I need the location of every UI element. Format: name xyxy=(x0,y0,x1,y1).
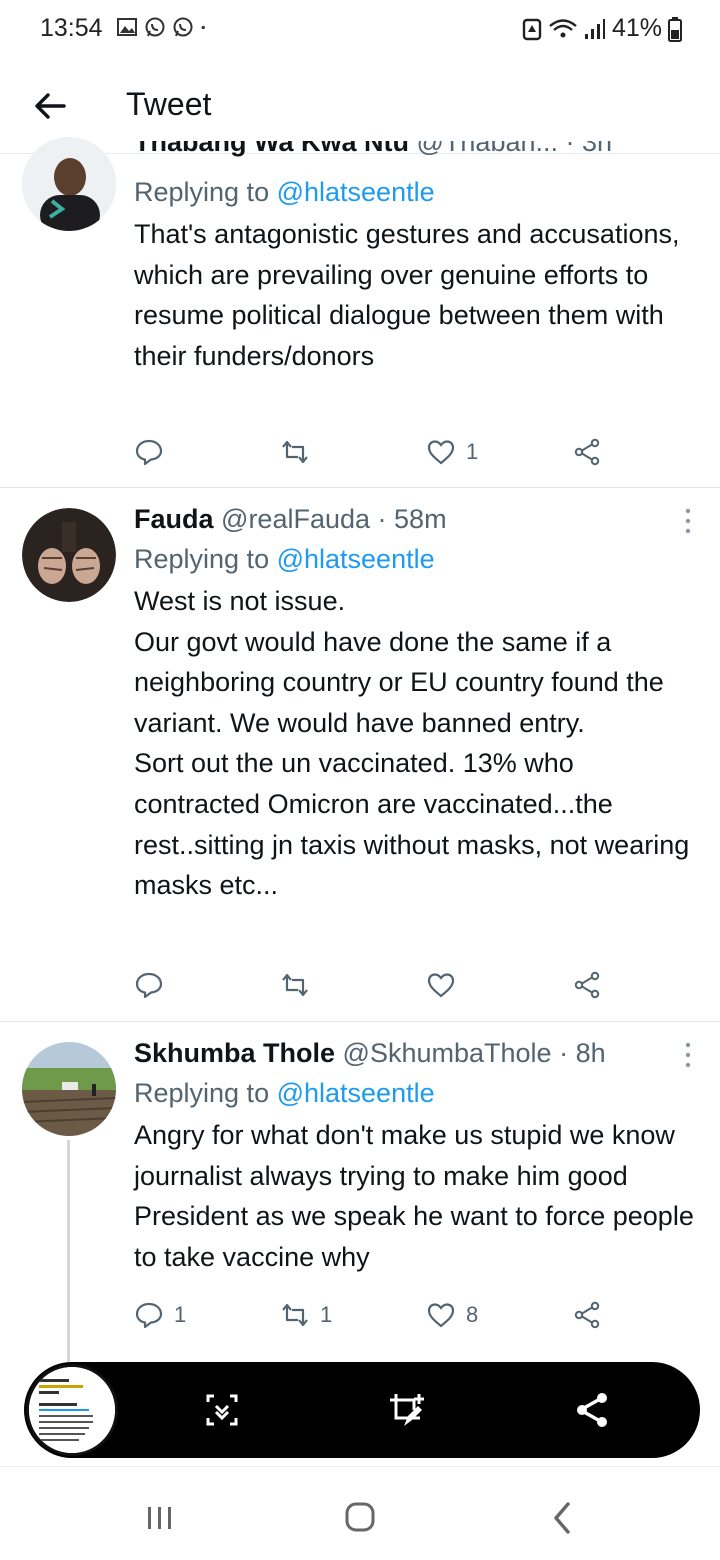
page-title: Tweet xyxy=(126,86,212,122)
status-bar: 13:54 41% xyxy=(0,0,720,58)
author-name[interactable]: Fauda xyxy=(134,504,214,534)
notification-icons xyxy=(116,16,212,38)
retweet-icon xyxy=(282,973,308,997)
replying-to: Replying to @hlatseentle xyxy=(134,1078,696,1109)
like-button[interactable] xyxy=(426,970,466,1000)
scroll-capture-icon[interactable] xyxy=(202,1390,242,1430)
author-name[interactable]: Skhumba Thole xyxy=(134,1038,335,1068)
retweet-button[interactable] xyxy=(280,970,320,1000)
heart-icon xyxy=(427,1303,455,1328)
avatar[interactable] xyxy=(22,508,116,602)
tweet-time: 8h xyxy=(575,1038,606,1068)
like-button[interactable]: 8 xyxy=(426,1300,478,1330)
author-handle[interactable]: @Thaban... xyxy=(417,141,559,157)
battery-percent: 41% xyxy=(611,14,662,42)
share-icon xyxy=(574,971,600,999)
tweet-text: That's antagonistic gestures and accusat… xyxy=(134,219,680,371)
tweet-header: Fauda @realFauda · 58m xyxy=(134,504,696,540)
dot-icon xyxy=(201,25,205,30)
retweet-icon xyxy=(282,440,308,464)
like-count: 8 xyxy=(466,1302,479,1327)
tweet-time: 3h xyxy=(582,141,613,157)
whatsapp-icon xyxy=(173,17,193,37)
like-count: 1 xyxy=(466,439,479,464)
reply-button[interactable] xyxy=(134,970,174,1000)
screenshot-toolbar xyxy=(24,1362,700,1458)
reply-button[interactable]: 1 xyxy=(134,1300,186,1330)
gallery-icon xyxy=(117,18,137,36)
thread-line xyxy=(67,1140,70,1388)
avatar[interactable] xyxy=(22,1042,116,1136)
reply-icon xyxy=(135,439,163,466)
avatar[interactable] xyxy=(22,137,116,231)
tweet-reply[interactable]: Fauda @realFauda · 58m Replying to @hlat… xyxy=(0,488,720,1022)
tweet-text: West is not issue. Our govt would have d… xyxy=(134,586,690,901)
author-name[interactable]: Thabang Wa Kwa Ntu xyxy=(134,141,409,157)
separator: · xyxy=(370,504,395,534)
whatsapp-icon xyxy=(145,17,165,37)
wifi-icon xyxy=(549,18,577,37)
share-button[interactable] xyxy=(572,970,602,1000)
heart-icon xyxy=(427,440,455,465)
crop-edit-icon[interactable] xyxy=(386,1390,426,1430)
replying-to-label: Replying to xyxy=(134,1078,277,1108)
home-icon[interactable] xyxy=(340,1501,380,1535)
retweet-button[interactable] xyxy=(280,437,320,467)
retweet-icon xyxy=(282,1303,308,1327)
replying-to: Replying to @hlatseentle xyxy=(134,544,696,575)
share-icon xyxy=(574,1301,600,1329)
separator: · xyxy=(558,141,583,157)
screenshot-thumbnail[interactable] xyxy=(26,1364,118,1456)
like-button[interactable]: 1 xyxy=(426,437,478,467)
replying-to-label: Replying to xyxy=(134,177,277,207)
reply-count: 1 xyxy=(174,1302,187,1327)
retweet-count: 1 xyxy=(320,1302,333,1327)
share-icon xyxy=(574,438,600,466)
tweet-reply[interactable]: Thabang Wa Kwa Ntu @Thaban... · 3h Reply… xyxy=(0,137,720,488)
top-app-bar: Tweet xyxy=(0,58,720,154)
system-nav-bar xyxy=(0,1466,720,1560)
heart-icon xyxy=(427,973,455,998)
separator: · xyxy=(551,1038,576,1068)
status-time: 13:54 xyxy=(40,14,103,42)
retweet-button[interactable]: 1 xyxy=(280,1300,332,1330)
screenshot-preview xyxy=(29,1367,115,1453)
avatar-photo xyxy=(22,137,116,231)
arrow-left-icon[interactable] xyxy=(30,86,70,126)
signal-icon xyxy=(584,18,605,39)
share-icon[interactable] xyxy=(572,1390,612,1430)
replying-to: Replying to @hlatseentle xyxy=(134,177,696,208)
tweet-reply[interactable]: Skhumba Thole @SkhumbaThole · 8h Replyin… xyxy=(0,1022,720,1388)
mention-link[interactable]: @hlatseentle xyxy=(277,177,435,207)
recents-icon[interactable] xyxy=(140,1501,180,1535)
data-saver-icon xyxy=(522,18,542,40)
reply-button[interactable] xyxy=(134,437,174,467)
avatar-photo xyxy=(22,508,116,602)
author-handle[interactable]: @SkhumbaThole xyxy=(343,1038,552,1068)
tweet-actions: 1 xyxy=(134,437,604,471)
share-button[interactable] xyxy=(572,437,602,467)
tweet-actions: 1 1 8 xyxy=(134,1300,604,1334)
nav-back-icon[interactable] xyxy=(542,1501,582,1535)
tweet-time: 58m xyxy=(394,504,447,534)
tweet-actions xyxy=(134,970,604,1004)
author-handle[interactable]: @realFauda xyxy=(221,504,370,534)
status-right: 41% xyxy=(522,14,682,43)
tweet-text: Angry for what don't make us stupid we k… xyxy=(134,1120,694,1272)
battery-icon xyxy=(668,16,682,42)
reply-icon xyxy=(135,1302,163,1329)
avatar-photo xyxy=(22,1042,116,1136)
tweet-header: Skhumba Thole @SkhumbaThole · 8h xyxy=(134,1038,696,1074)
share-button[interactable] xyxy=(572,1300,602,1330)
mention-link[interactable]: @hlatseentle xyxy=(277,1078,435,1108)
replying-to-label: Replying to xyxy=(134,544,277,574)
tweet-header: Thabang Wa Kwa Ntu @Thaban... · 3h xyxy=(134,141,696,163)
mention-link[interactable]: @hlatseentle xyxy=(277,544,435,574)
reply-icon xyxy=(135,972,163,999)
